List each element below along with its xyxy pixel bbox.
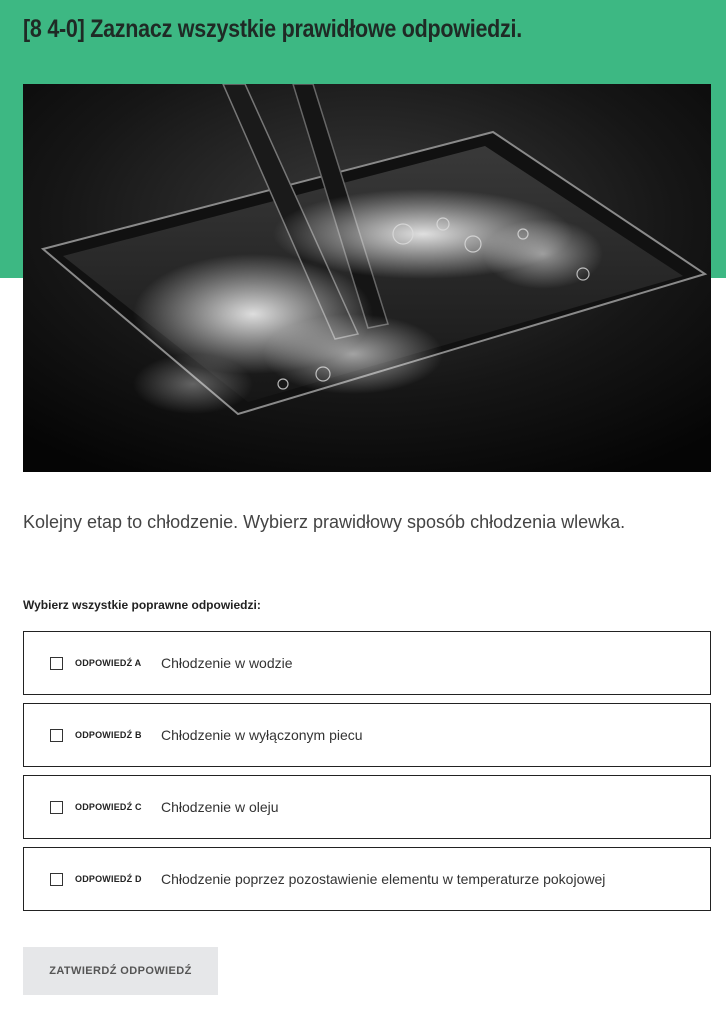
answer-text: Chłodzenie w wyłączonym piecu — [161, 727, 363, 743]
page-title: [8 4-0] Zaznacz wszystkie prawidłowe odp… — [23, 15, 522, 43]
answer-options: ODPOWIEDŹ A Chłodzenie w wodzie ODPOWIED… — [23, 631, 711, 919]
answer-option-a[interactable]: ODPOWIEDŹ A Chłodzenie w wodzie — [23, 631, 711, 695]
checkbox[interactable] — [50, 728, 63, 742]
hero-image — [23, 84, 711, 472]
answer-text: Chłodzenie w wodzie — [161, 655, 293, 671]
answer-text: Chłodzenie w oleju — [161, 799, 279, 815]
answer-tag: ODPOWIEDŹ B — [75, 730, 142, 740]
answer-option-c[interactable]: ODPOWIEDŹ C Chłodzenie w oleju — [23, 775, 711, 839]
answer-text: Chłodzenie poprzez pozostawienie element… — [161, 871, 606, 887]
answer-option-d[interactable]: ODPOWIEDŹ D Chłodzenie poprzez pozostawi… — [23, 847, 711, 911]
question-text: Kolejny etap to chłodzenie. Wybierz praw… — [23, 512, 626, 532]
answer-option-b[interactable]: ODPOWIEDŹ B Chłodzenie w wyłączonym piec… — [23, 703, 711, 767]
checkbox[interactable] — [50, 800, 63, 814]
submit-answer-button[interactable]: ZATWIERDŹ ODPOWIEDŹ — [23, 947, 218, 995]
checkbox[interactable] — [50, 872, 63, 886]
checkbox[interactable] — [50, 656, 63, 670]
answer-tag: ODPOWIEDŹ D — [75, 874, 142, 884]
answer-tag: ODPOWIEDŹ A — [75, 658, 142, 668]
answer-tag: ODPOWIEDŹ C — [75, 802, 142, 812]
instruction-label: Wybierz wszystkie poprawne odpowiedzi: — [23, 598, 261, 612]
